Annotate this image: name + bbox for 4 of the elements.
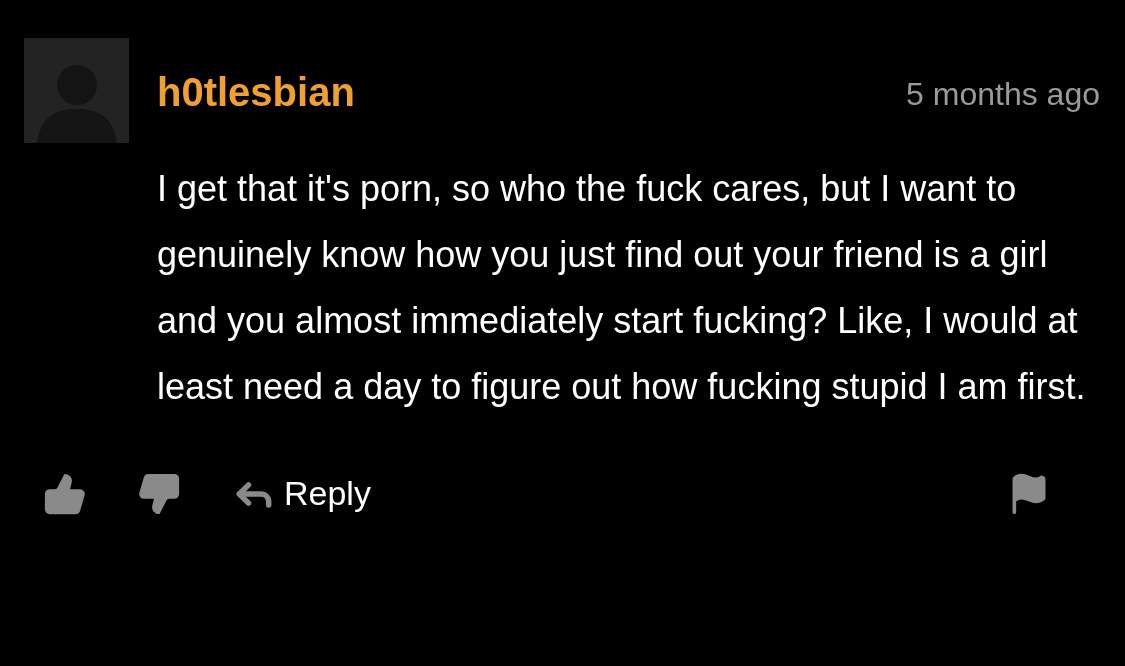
username-link[interactable]: h0tlesbian [157, 72, 355, 112]
comment-time: 5 months ago [906, 78, 1100, 110]
reply-button[interactable]: Reply [232, 468, 371, 519]
comment-text: I get that it's porn, so who the fuck cares, but I want to genuinely know how you just find out your friend is a girl and you almost immediately start fucking? Like, I would at least need a day to figure out how fucking stupid I am first. [157, 167, 1087, 409]
